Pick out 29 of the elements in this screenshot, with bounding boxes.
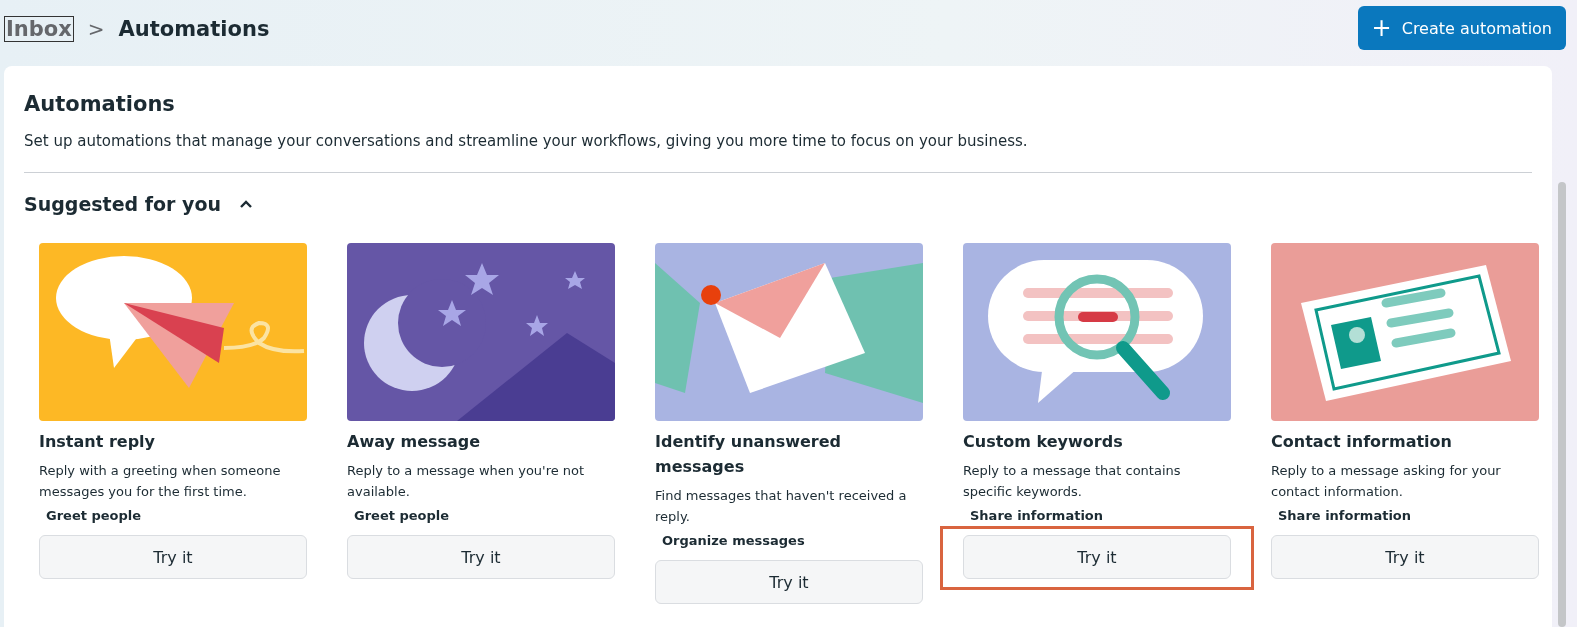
card-description: Find messages that haven't received a reply. — [655, 487, 908, 526]
try-it-button[interactable]: Try it — [963, 535, 1231, 579]
panel-description: Set up automations that manage your conversations and streamline your workflows, giving you more time to focus on your business. — [24, 132, 1029, 150]
card-title: Away message — [347, 431, 481, 453]
breadcrumb-link[interactable]: Inbox — [4, 16, 74, 42]
try-it-button[interactable]: Try it — [655, 560, 923, 604]
try-it-button[interactable]: Try it — [39, 535, 307, 579]
card-title: Custom keywords — [963, 431, 1123, 453]
card-description: Reply to a message asking for your contact information. — [1271, 462, 1502, 501]
category-tag: Organize messages — [662, 533, 805, 548]
card-description: Reply to a message when you're not available. — [347, 462, 586, 501]
card-description: Reply to a message that contains specific keywords. — [963, 462, 1182, 501]
section-title: Suggested for you — [24, 193, 222, 215]
category-tag: Greet people — [354, 508, 450, 523]
page-title: Automations — [118, 17, 270, 41]
card-title: Contact information — [1271, 431, 1452, 453]
category-tag: Share information — [970, 508, 1104, 523]
try-it-button[interactable]: Try it — [347, 535, 615, 579]
category-tag: Share information — [1278, 508, 1412, 523]
card-description: Reply with a greeting when someone messages you for the first time. — [39, 462, 282, 501]
collapse-chevron-icon[interactable] — [239, 199, 254, 209]
category-tag: Greet people — [46, 508, 142, 523]
breadcrumb-separator: > — [87, 17, 105, 41]
card-title: Identify unanswered messages — [655, 431, 843, 478]
create-automation-button[interactable]: + Create automation — [1357, 6, 1566, 50]
panel-title: Automations — [24, 92, 176, 116]
scrollbar[interactable] — [1558, 182, 1566, 627]
try-it-button[interactable]: Try it — [1271, 535, 1539, 579]
card-title: Instant reply — [39, 431, 156, 453]
